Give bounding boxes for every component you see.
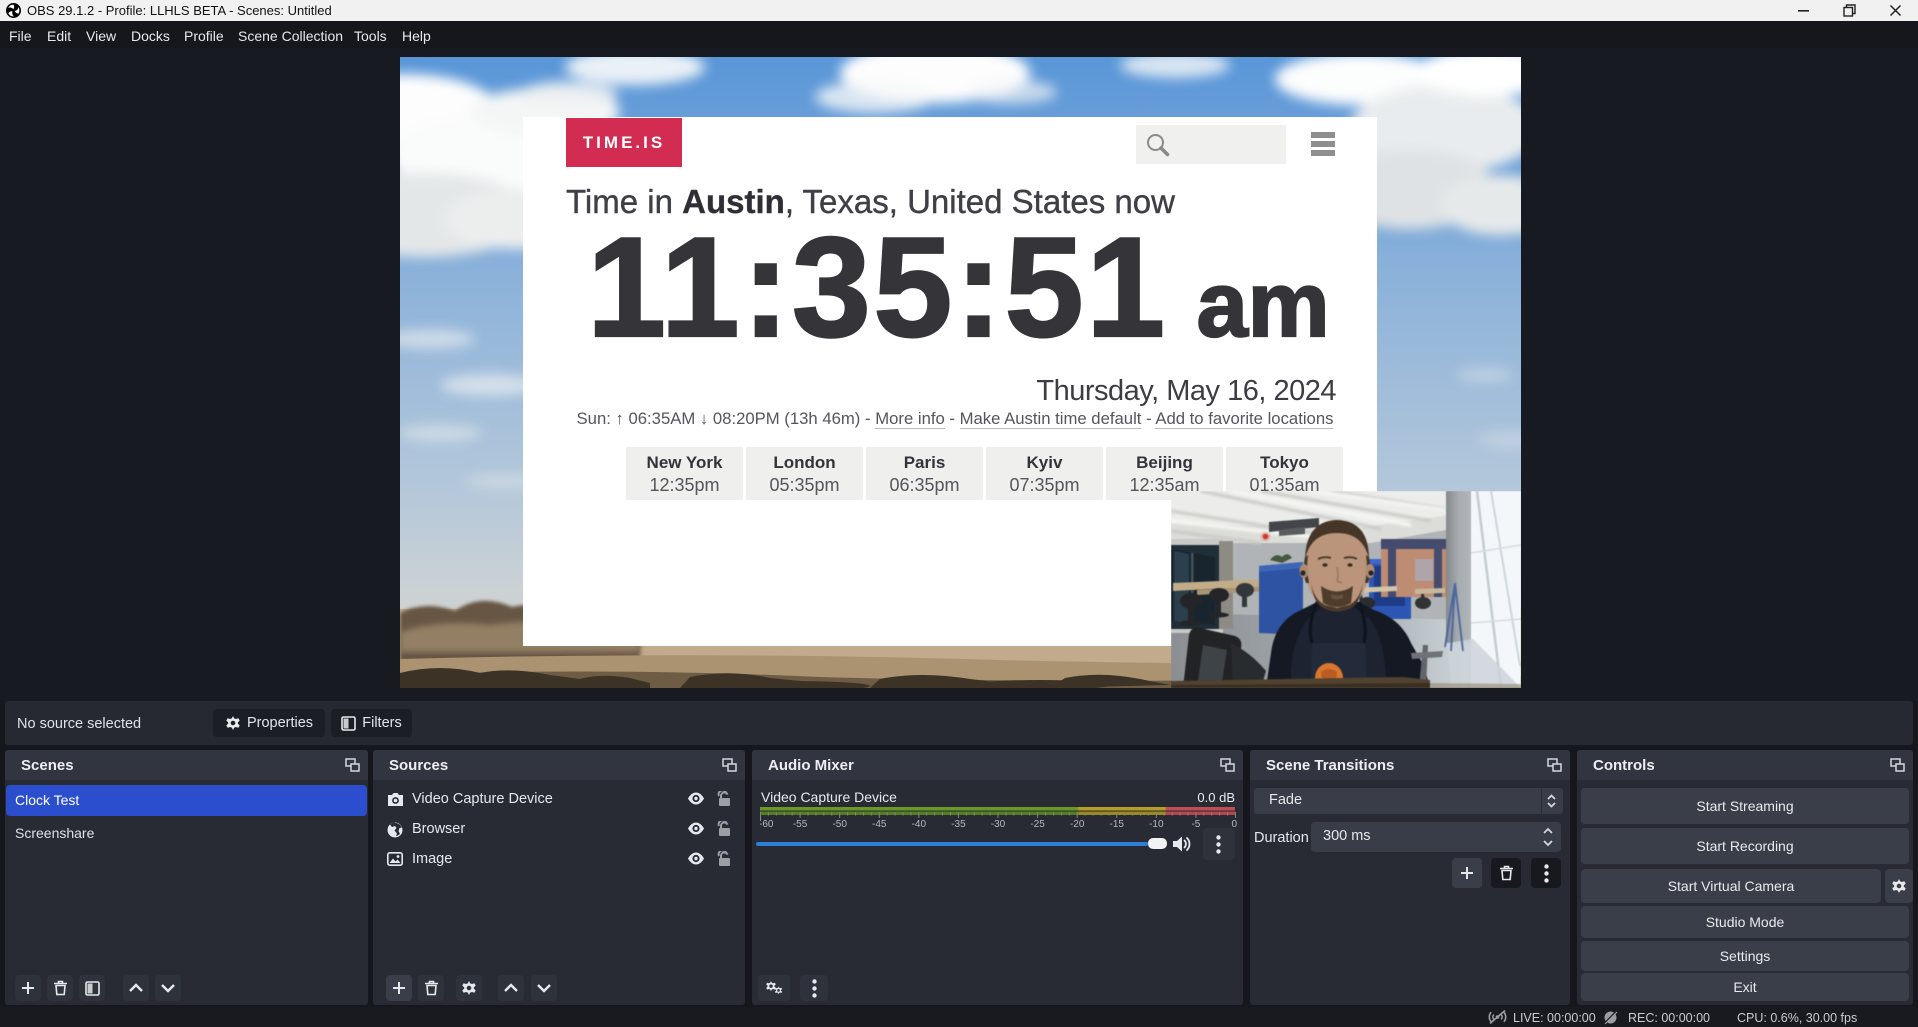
svg-text:-55: -55 <box>793 819 808 830</box>
svg-text:-50: -50 <box>832 819 847 830</box>
svg-text:-45: -45 <box>872 819 887 830</box>
svg-text:-35: -35 <box>951 819 966 830</box>
svg-text:-60: -60 <box>760 819 774 830</box>
svg-text:-40: -40 <box>912 819 927 830</box>
svg-text:-20: -20 <box>1070 819 1085 830</box>
svg-text:-25: -25 <box>1030 819 1045 830</box>
svg-text:-15: -15 <box>1110 819 1125 830</box>
svg-text:-5: -5 <box>1191 819 1200 830</box>
svg-text:-30: -30 <box>991 819 1006 830</box>
svg-text:-10: -10 <box>1149 819 1164 830</box>
